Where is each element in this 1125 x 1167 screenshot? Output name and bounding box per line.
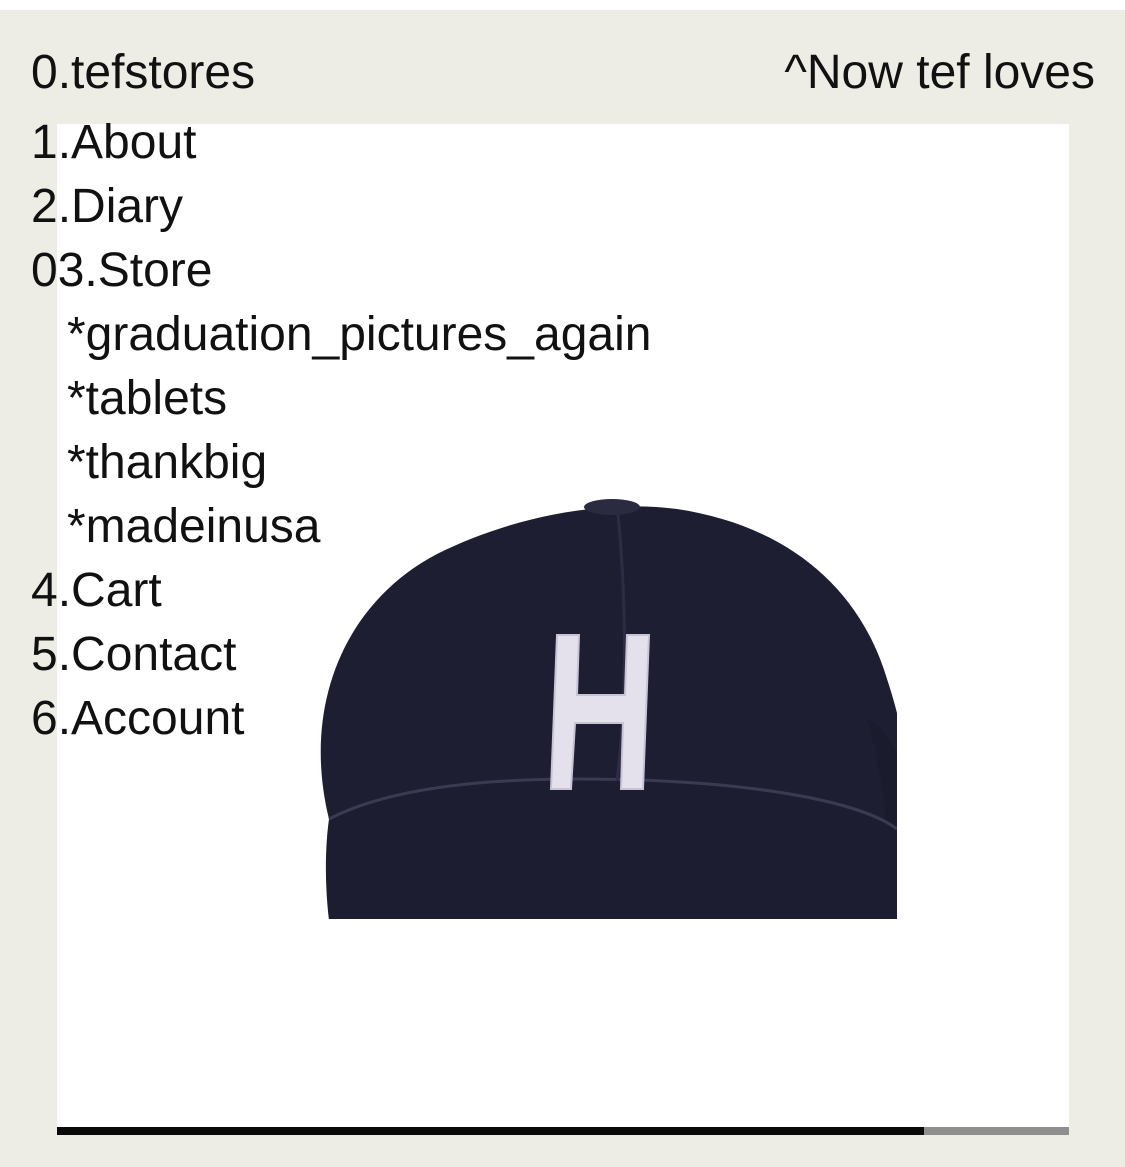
store-subnav: *graduation_pictures_again *tablets *tha… [31, 303, 651, 559]
nav-item-account[interactable]: 6.Account [31, 687, 651, 751]
nav-item-store-label[interactable]: 03.Store [31, 244, 212, 297]
store-item-graduation-pictures-again[interactable]: *graduation_pictures_again [67, 303, 651, 367]
nav-item-about[interactable]: 1.About [31, 111, 651, 175]
main-nav: 1.About 2.Diary 03.Store *graduation_pic… [31, 111, 651, 751]
store-item-tablets[interactable]: *tablets [67, 367, 651, 431]
cap-brim [325, 779, 897, 919]
nav-item-diary[interactable]: 2.Diary [31, 175, 651, 239]
horizontal-scrollbar[interactable] [57, 1127, 1069, 1135]
site-brand[interactable]: 0.tefstores [31, 47, 255, 99]
now-tef-loves-link[interactable]: ^Now tef loves [784, 47, 1095, 99]
store-item-thankbig[interactable]: *thankbig [67, 431, 651, 495]
top-strip [0, 0, 1125, 10]
nav-item-contact[interactable]: 5.Contact [31, 623, 651, 687]
nav-item-cart[interactable]: 4.Cart [31, 559, 651, 623]
scrollbar-thumb[interactable] [57, 1127, 925, 1135]
nav-item-store[interactable]: 03.Store *graduation_pictures_again *tab… [31, 239, 651, 559]
store-item-madeinusa[interactable]: *madeinusa [67, 495, 651, 559]
